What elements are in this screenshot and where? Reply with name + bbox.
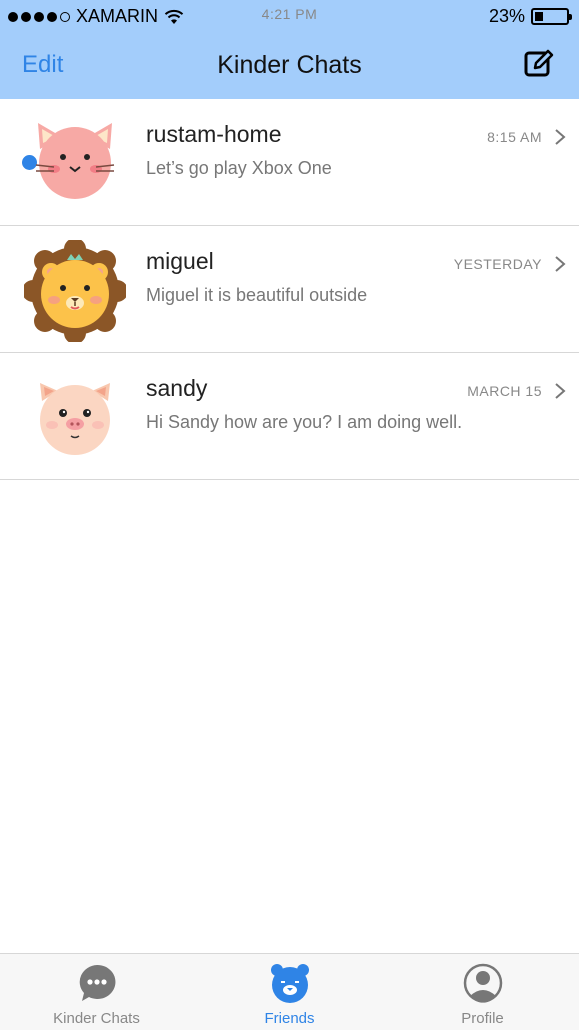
chat-bubble-icon bbox=[79, 964, 115, 1001]
tab-label: Profile bbox=[461, 1010, 504, 1027]
lion-avatar bbox=[24, 240, 126, 342]
chevron-right-icon bbox=[555, 129, 566, 145]
chevron-right-icon bbox=[555, 256, 566, 272]
tab-kinder-chats[interactable]: Kinder Chats bbox=[0, 954, 193, 1030]
message-time: YESTERDAY bbox=[453, 256, 542, 272]
person-icon bbox=[463, 963, 502, 1003]
header: XAMARIN 4:21 PM 23% Edit Kinder Chats bbox=[0, 0, 579, 99]
contact-name: miguel bbox=[146, 248, 214, 274]
message-time: 8:15 AM bbox=[487, 129, 542, 145]
chat-list: rustam-home Let’s go play Xbox One 8:15 … bbox=[0, 99, 579, 480]
contact-name: rustam-home bbox=[146, 121, 282, 147]
status-bar: XAMARIN 4:21 PM 23% bbox=[0, 0, 579, 34]
tab-profile[interactable]: Profile bbox=[386, 954, 579, 1030]
battery-percent: 23% bbox=[488, 6, 525, 26]
chevron-right-icon bbox=[555, 383, 566, 399]
message-time: MARCH 15 bbox=[467, 383, 542, 399]
tab-bar: Kinder Chats Friends Profile bbox=[0, 953, 579, 1030]
chat-row[interactable]: miguel Miguel it is beautiful outside YE… bbox=[0, 226, 579, 353]
chat-row[interactable]: rustam-home Let’s go play Xbox One 8:15 … bbox=[0, 99, 579, 226]
tab-label: Kinder Chats bbox=[53, 1010, 140, 1027]
message-preview: Miguel it is beautiful outside bbox=[146, 285, 368, 305]
bear-icon bbox=[270, 964, 309, 1003]
message-preview: Hi Sandy how are you? I am doing well. bbox=[146, 412, 463, 432]
contact-name: sandy bbox=[146, 375, 208, 401]
battery-icon bbox=[531, 8, 572, 25]
pig-avatar bbox=[40, 383, 110, 455]
tab-label: Friends bbox=[264, 1010, 315, 1027]
tab-friends[interactable]: Friends bbox=[193, 954, 386, 1030]
page-title: Kinder Chats bbox=[217, 51, 362, 79]
compose-icon[interactable] bbox=[523, 48, 555, 80]
navigation-bar: Edit Kinder Chats bbox=[0, 34, 579, 99]
cat-avatar bbox=[35, 123, 115, 199]
battery-info: 23% bbox=[488, 6, 572, 27]
message-preview: Let’s go play Xbox One bbox=[146, 158, 332, 178]
chat-row[interactable]: sandy Hi Sandy how are you? I am doing w… bbox=[0, 353, 579, 480]
